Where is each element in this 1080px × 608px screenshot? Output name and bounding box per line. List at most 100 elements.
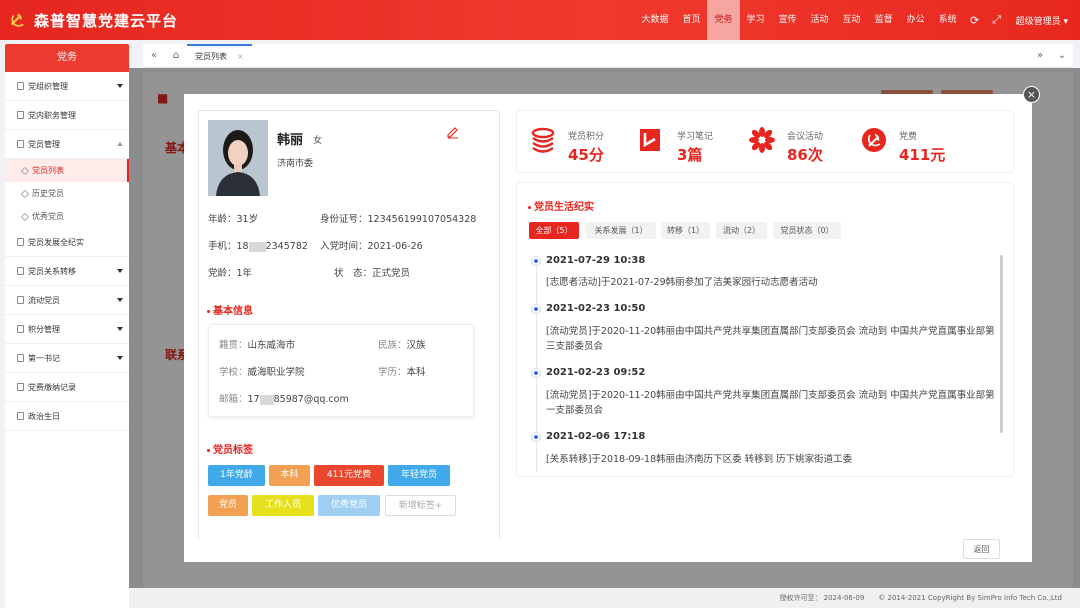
nav-item-party-affairs[interactable]: 党务: [707, 0, 740, 40]
event-time: 2021-02-06 17:18: [546, 431, 646, 442]
nav-item-system[interactable]: 系统: [932, 0, 964, 40]
sidebar-sub-label: 优秀党员: [32, 212, 64, 221]
refresh-icon[interactable]: ⟳: [964, 14, 986, 27]
nav-item-home[interactable]: 首页: [675, 0, 707, 40]
sidebar-item-transfer[interactable]: 党员关系转移: [5, 257, 129, 286]
sidebar-item-label: 党费缴纳记录: [28, 382, 76, 392]
home-icon[interactable]: ⌂: [165, 50, 187, 61]
redaction-blur: [259, 394, 274, 405]
member-gender: 女: [313, 136, 323, 146]
close-icon[interactable]: ×: [237, 52, 244, 61]
tags-title: 党员标签: [207, 441, 253, 456]
timeline-dot: [531, 432, 541, 442]
redaction-blur: [248, 241, 266, 252]
edu-key: 学历：: [378, 367, 407, 378]
sidebar-head: 党务: [5, 44, 129, 72]
nav-item-supervision[interactable]: 监督: [868, 0, 900, 40]
chevron-up-icon: [117, 142, 123, 146]
sidebar-item-label: 党员管理: [28, 139, 60, 149]
chevron-down-icon: [117, 269, 123, 273]
coins-icon: [531, 127, 555, 153]
member-org: 济南市委: [277, 159, 314, 169]
party-emblem-icon: [10, 13, 24, 27]
admin-menu[interactable]: 超级管理员 ▾: [1008, 14, 1076, 27]
filter-all[interactable]: 全部（5）: [529, 222, 579, 239]
edu-value: 本科: [406, 367, 426, 378]
timeline-dot: [531, 368, 541, 378]
filter-relation[interactable]: 关系发展（1）: [586, 222, 656, 239]
member-age: 年龄：31岁: [208, 214, 259, 225]
tag-item[interactable]: 党员: [208, 495, 248, 516]
member-id-number: 身份证号：123456199107054328: [320, 214, 477, 225]
logo: 森普智慧党建云平台: [8, 10, 178, 31]
phone-suffix: 2345782: [265, 241, 308, 252]
timeline-dot: [531, 304, 541, 314]
event-time: 2021-02-23 09:52: [546, 367, 646, 378]
doc-icon: [17, 325, 24, 333]
nav-item-study[interactable]: 学习: [740, 0, 772, 40]
member-status: 状 态：正式党员: [334, 268, 411, 279]
sidebar-item-org[interactable]: 党组织管理: [5, 72, 129, 101]
license-date: 2024-06-09: [823, 594, 865, 602]
edit-icon[interactable]: [446, 125, 460, 139]
doc-icon: [17, 82, 24, 90]
sidebar-item-label: 第一书记: [28, 353, 60, 363]
filter-status[interactable]: 党员状态（0）: [773, 222, 841, 239]
double-chevron-left-icon[interactable]: «: [143, 50, 165, 61]
tag-item[interactable]: 年轻党员: [388, 465, 450, 486]
ethnic-value: 汉族: [406, 340, 426, 351]
nav-item-activity[interactable]: 活动: [804, 0, 836, 40]
return-button[interactable]: 返回: [963, 539, 1000, 559]
member-name: 韩丽: [277, 133, 304, 148]
sidebar-sub-excellent[interactable]: 优秀党员: [5, 205, 129, 228]
email-prefix: 17: [247, 394, 260, 405]
nav-item-interaction[interactable]: 互动: [836, 0, 868, 40]
nav-item-office[interactable]: 办公: [900, 0, 932, 40]
sidebar-item-secretary[interactable]: 第一书记: [5, 344, 129, 373]
stat-value: 3篇: [677, 146, 703, 164]
timeline-scrollbar[interactable]: [1000, 255, 1003, 433]
education: 学历：本科: [378, 364, 426, 378]
native-value: 山东威海市: [247, 340, 296, 351]
tag-item[interactable]: 优秀党员: [318, 495, 380, 516]
modal-close-button[interactable]: ×: [1023, 86, 1040, 103]
tag-item[interactable]: 1年党龄: [208, 465, 265, 486]
stat-value: 86次: [787, 146, 823, 164]
sidebar-item-mobile[interactable]: 流动党员: [5, 286, 129, 315]
school-value: 威海职业学院: [247, 367, 305, 378]
tag-item[interactable]: 411元党费: [314, 465, 384, 486]
ethnicity: 民族：汉族: [378, 337, 426, 351]
event-time: 2021-07-29 10:38: [546, 255, 646, 266]
basic-info-title-text: 基本信息: [213, 306, 253, 317]
event-text: [流动党员]于2020-11-20韩丽由中国共产党共享集团直属部门支部委员会 流…: [546, 326, 995, 352]
doc-icon: [17, 267, 24, 275]
tag-item[interactable]: 工作人员: [252, 495, 314, 516]
nav-item-publicity[interactable]: 宣传: [772, 0, 804, 40]
sidebar-sub-member-list[interactable]: 党员列表: [5, 159, 129, 182]
portrait-image: [208, 120, 268, 196]
nav-item-bigdata[interactable]: 大数据: [634, 0, 675, 40]
add-tag-button[interactable]: 新增标签+: [385, 495, 456, 516]
top-bar: 森普智慧党建云平台 大数据 首页 党务 学习 宣传 活动 互动 监督 办公 系统…: [0, 0, 1080, 40]
chevron-down-icon[interactable]: ⌄: [1051, 50, 1073, 61]
stat-points: 党员积分 45分: [530, 111, 640, 174]
app-title: 森普智慧党建云平台: [34, 11, 179, 30]
sidebar-item-label: 党内职务管理: [28, 110, 76, 120]
sidebar-item-label: 流动党员: [28, 295, 60, 305]
sidebar-item-birthday[interactable]: 政治生日: [5, 402, 129, 431]
sidebar-item-member-mgmt[interactable]: 党员管理: [5, 130, 129, 159]
sidebar-item-dues[interactable]: 党费缴纳记录: [5, 373, 129, 402]
double-chevron-right-icon[interactable]: »: [1029, 50, 1051, 61]
sidebar-sub-history[interactable]: 历史党员: [5, 182, 129, 205]
sidebar-item-points[interactable]: 积分管理: [5, 315, 129, 344]
diamond-icon: [20, 189, 30, 198]
life-record-title-text: 党员生活纪实: [534, 202, 594, 213]
sidebar-item-duty[interactable]: 党内职务管理: [5, 101, 129, 130]
tab-member-list[interactable]: 党员列表 ×: [187, 43, 252, 68]
fullscreen-icon[interactable]: ⤢: [986, 13, 1008, 27]
sidebar-sub-label: 历史党员: [32, 189, 64, 198]
tag-item[interactable]: 本科: [269, 465, 310, 486]
sidebar-item-development[interactable]: 党员发展全纪实: [5, 228, 129, 257]
filter-mobile[interactable]: 流动（2）: [716, 222, 767, 239]
filter-transfer[interactable]: 转移（1）: [661, 222, 710, 239]
